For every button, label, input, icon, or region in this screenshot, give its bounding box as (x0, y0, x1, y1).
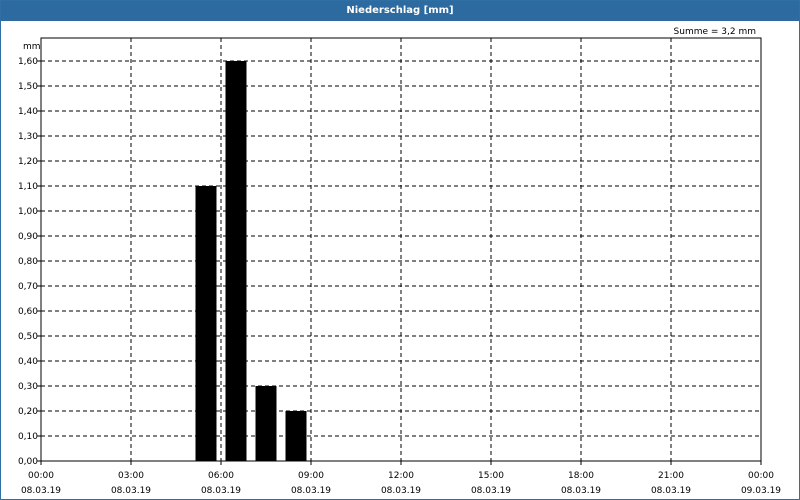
x-tick-date: 08.03.19 (21, 486, 61, 496)
y-tick-label: 1,10 (18, 182, 38, 192)
x-tick-time: 12:00 (388, 471, 414, 481)
y-axis-label: mm (23, 42, 41, 52)
x-tick-time: 18:00 (568, 471, 594, 481)
x-tick-time: 15:00 (478, 471, 504, 481)
x-tick-date: 08.03.19 (201, 486, 241, 496)
x-tick-time: 21:00 (658, 471, 684, 481)
y-tick-label: 0,40 (18, 357, 38, 367)
x-tick-date: 08.03.19 (561, 486, 601, 496)
x-tick-date: 08.03.19 (291, 486, 331, 496)
y-tick-label: 1,30 (18, 132, 38, 142)
x-tick-date: 08.03.19 (381, 486, 421, 496)
y-tick-label: 1,20 (18, 157, 38, 167)
x-tick-date: 08.03.19 (471, 486, 511, 496)
y-tick-label: 0,20 (18, 407, 38, 417)
y-tick-label: 0,90 (18, 232, 38, 242)
y-tick-label: 1,40 (18, 107, 38, 117)
bar (285, 411, 307, 461)
chart-window: Niederschlag [mm] Summe = 3,2 mm 0,00 0,1… (0, 0, 800, 500)
x-tick-time: 03:00 (118, 471, 144, 481)
x-tick-date: 08.03.19 (651, 486, 691, 496)
bar (225, 61, 247, 461)
y-tick-label: 1,00 (18, 207, 38, 217)
y-tick-label: 0,00 (18, 457, 38, 467)
y-tick-label: 0,30 (18, 382, 38, 392)
y-tick-label: 0,50 (18, 332, 38, 342)
bar (195, 186, 217, 461)
y-tick-label: 1,50 (18, 82, 38, 92)
y-tick-label: 0,10 (18, 432, 38, 442)
x-tick-time: 00:00 (28, 471, 54, 481)
x-tick-time: 06:00 (208, 471, 234, 481)
y-tick-label: 0,80 (18, 257, 38, 267)
y-tick-label: 0,60 (18, 307, 38, 317)
y-tick-label: 1,60 (18, 57, 38, 67)
x-tick-date: 08.03.19 (111, 486, 151, 496)
x-tick-date: 09.03.19 (741, 486, 781, 496)
x-tick-time: 00:00 (748, 471, 774, 481)
y-tick-label: 0,70 (18, 282, 38, 292)
x-tick-time: 09:00 (298, 471, 324, 481)
precipitation-chart: 0,00 0,10 0,20 0,30 0,40 0,50 0,60 0,70 0,80 0,90… (18, 37, 781, 496)
bar (255, 386, 277, 461)
